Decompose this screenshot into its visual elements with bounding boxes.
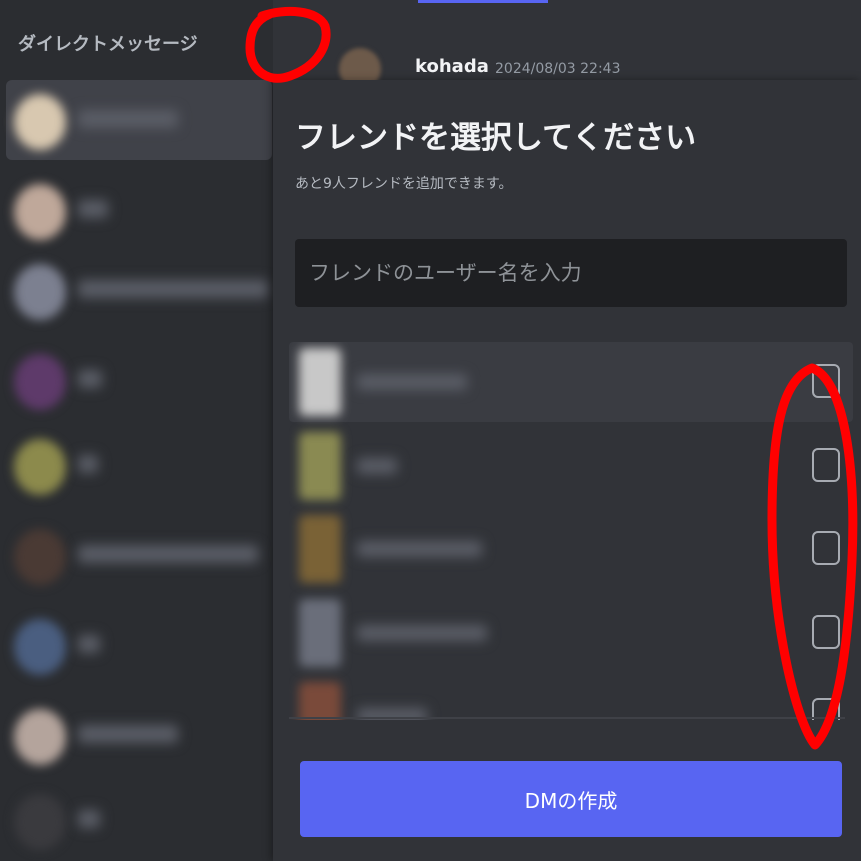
dm-name bbox=[78, 200, 108, 218]
avatar bbox=[299, 515, 341, 583]
tab-indicator bbox=[418, 0, 548, 3]
dm-name bbox=[78, 810, 100, 828]
dm-name bbox=[78, 280, 268, 298]
message-author[interactable]: kohada bbox=[415, 56, 489, 77]
select-friends-dialog: フレンドを選択してください あと9人フレンドを追加できます。 フレンドのユーザー… bbox=[273, 80, 861, 861]
avatar bbox=[14, 94, 66, 150]
dialog-title: フレンドを選択してください bbox=[295, 120, 697, 156]
dm-list-item[interactable] bbox=[6, 780, 272, 860]
avatar bbox=[14, 619, 66, 675]
chat-area: kohada 2024/08/03 22:43 bbox=[273, 0, 861, 90]
dm-name bbox=[78, 545, 258, 563]
dm-list-item[interactable] bbox=[6, 250, 272, 330]
avatar bbox=[299, 432, 341, 500]
dm-name bbox=[78, 370, 102, 388]
avatar bbox=[14, 439, 66, 495]
dm-name bbox=[78, 725, 178, 743]
avatar bbox=[14, 709, 66, 765]
friend-checkbox[interactable] bbox=[812, 448, 840, 482]
dm-sidebar: ダイレクトメッセージ bbox=[0, 0, 273, 861]
message-timestamp: 2024/08/03 22:43 bbox=[495, 61, 621, 77]
list-divider bbox=[289, 717, 845, 719]
friend-row[interactable] bbox=[289, 426, 853, 506]
dm-list-item[interactable] bbox=[6, 425, 272, 505]
dm-name bbox=[78, 455, 98, 473]
friend-checkbox[interactable] bbox=[812, 531, 840, 565]
friend-name bbox=[357, 625, 487, 641]
avatar bbox=[14, 264, 66, 320]
avatar bbox=[14, 184, 66, 240]
avatar bbox=[299, 682, 341, 720]
friend-name bbox=[357, 541, 482, 557]
friend-row[interactable] bbox=[289, 676, 853, 720]
friend-search bbox=[295, 239, 847, 307]
avatar bbox=[14, 529, 66, 585]
dialog-subtitle: あと9人フレンドを追加できます。 bbox=[295, 176, 513, 192]
friend-row[interactable] bbox=[289, 509, 853, 589]
friend-row[interactable] bbox=[289, 593, 853, 673]
dm-list-item[interactable] bbox=[6, 605, 272, 685]
dm-list-item[interactable] bbox=[6, 80, 272, 160]
dm-name bbox=[78, 635, 100, 653]
dm-list-item[interactable] bbox=[6, 340, 272, 420]
avatar bbox=[14, 794, 66, 850]
create-dm-button[interactable]: DMの作成 bbox=[300, 761, 842, 837]
dm-list-item[interactable] bbox=[6, 170, 272, 250]
friend-search-input[interactable] bbox=[295, 239, 847, 307]
dm-name bbox=[78, 110, 178, 128]
friend-list bbox=[289, 342, 853, 720]
dm-list-item[interactable] bbox=[6, 515, 272, 595]
dm-list-item[interactable] bbox=[6, 695, 272, 775]
friend-checkbox[interactable] bbox=[812, 364, 840, 398]
friend-name bbox=[357, 458, 397, 474]
dm-header: ダイレクトメッセージ bbox=[18, 34, 198, 55]
friend-row[interactable] bbox=[289, 342, 853, 422]
friend-checkbox[interactable] bbox=[812, 615, 840, 649]
avatar bbox=[299, 348, 341, 416]
avatar bbox=[14, 354, 66, 410]
avatar bbox=[299, 599, 341, 667]
friend-name bbox=[357, 374, 467, 390]
